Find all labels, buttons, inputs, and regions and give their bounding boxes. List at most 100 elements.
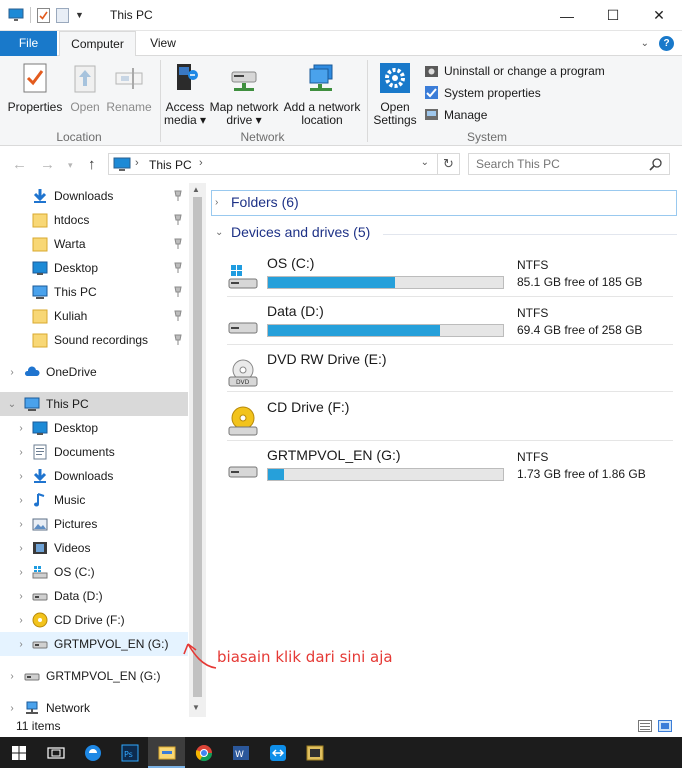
scrollbar-thumb[interactable] <box>193 197 202 697</box>
chevron-right-icon[interactable]: › <box>7 367 17 378</box>
open-button[interactable]: Open <box>67 62 103 114</box>
nav-item-desktop-quick[interactable]: Desktop <box>0 256 188 280</box>
status-bar: 11 items <box>0 717 682 737</box>
pin-icon[interactable] <box>173 286 183 298</box>
scroll-up-icon[interactable]: ▲ <box>192 185 200 194</box>
details-view-icon[interactable] <box>638 720 652 732</box>
access-media-button[interactable]: Access media ▾ <box>163 62 207 127</box>
folders-group-header[interactable]: › Folders (6) <box>215 194 299 210</box>
task-view-button[interactable] <box>37 737 74 768</box>
nav-item-desktop[interactable]: › Desktop <box>0 416 188 440</box>
chevron-right-icon[interactable]: › <box>16 519 26 530</box>
chevron-down-icon[interactable]: ⌄ <box>421 157 429 168</box>
start-button[interactable] <box>0 737 37 768</box>
scroll-down-icon[interactable]: ▼ <box>192 703 200 712</box>
chevron-right-icon[interactable]: › <box>16 639 26 650</box>
nav-item-videos[interactable]: › Videos <box>0 536 188 560</box>
chevron-down-icon[interactable]: ⌄ <box>7 399 17 410</box>
nav-item-data-d[interactable]: › Data (D:) <box>0 584 188 608</box>
expand-ribbon-icon[interactable]: ⌄ <box>641 36 649 51</box>
nav-item-warta[interactable]: Warta <box>0 232 188 256</box>
open-settings-button[interactable]: Open Settings <box>372 62 418 127</box>
customize-qat-icon[interactable]: ▼ <box>75 10 84 20</box>
nav-item-cd-drive[interactable]: › CD Drive (F:) <box>0 608 188 632</box>
refresh-icon[interactable]: ↻ <box>437 154 459 174</box>
tab-computer[interactable]: Computer <box>59 31 136 57</box>
new-folder-qat-icon[interactable] <box>56 7 69 23</box>
chevron-right-icon[interactable]: › <box>16 567 26 578</box>
search-box[interactable] <box>468 153 670 175</box>
search-icon[interactable] <box>649 157 663 171</box>
recent-locations-icon[interactable]: ▾ <box>68 160 73 171</box>
nav-item-downloads-quick[interactable]: Downloads <box>0 184 188 208</box>
nav-item-network[interactable]: › Network <box>0 696 188 717</box>
chevron-right-icon[interactable]: › <box>7 671 17 682</box>
nav-item-music[interactable]: › Music <box>0 488 188 512</box>
taskbar-word[interactable]: W <box>222 737 259 768</box>
up-arrow-icon[interactable]: ↑ <box>88 156 96 173</box>
taskbar-edge[interactable] <box>74 737 111 768</box>
devices-group-header[interactable]: ⌄ Devices and drives (5) <box>215 224 370 240</box>
properties-qat-icon[interactable] <box>37 7 50 23</box>
taskbar-photoshop[interactable]: Ps <box>111 737 148 768</box>
chevron-right-icon[interactable]: › <box>16 543 26 554</box>
nav-item-grtmpvol-g[interactable]: › GRTMPVOL_EN (G:) <box>0 632 188 656</box>
network-location-icon <box>309 64 333 91</box>
taskbar-file-explorer[interactable] <box>148 737 185 768</box>
search-input[interactable] <box>476 157 646 171</box>
drive-tile-grtmpvol-g[interactable]: GRTMPVOL_EN (G:) NTFS 1.73 GB free of 1.… <box>227 447 677 495</box>
rename-button[interactable]: Rename <box>106 62 152 114</box>
breadcrumb-separator-icon[interactable]: › <box>135 157 139 169</box>
forward-arrow-icon[interactable]: → <box>40 156 55 173</box>
chevron-right-icon[interactable]: › <box>16 615 26 626</box>
chevron-right-icon[interactable]: › <box>215 197 231 208</box>
manage-button[interactable]: Manage <box>424 107 487 122</box>
tab-file[interactable]: File <box>0 31 57 56</box>
nav-item-documents[interactable]: › Documents <box>0 440 188 464</box>
nav-item-downloads[interactable]: › Downloads <box>0 464 188 488</box>
nav-item-label: Sound recordings <box>54 333 149 347</box>
chevron-right-icon[interactable]: › <box>16 471 26 482</box>
breadcrumb-separator-icon[interactable]: › <box>199 157 203 169</box>
system-properties-button[interactable]: System properties <box>424 85 541 100</box>
nav-item-os-c[interactable]: › OS (C:) <box>0 560 188 584</box>
nav-item-kuliah[interactable]: Kuliah <box>0 304 188 328</box>
chevron-right-icon[interactable]: › <box>7 703 17 714</box>
chevron-down-icon[interactable]: ⌄ <box>215 227 231 238</box>
chevron-right-icon[interactable]: › <box>16 591 26 602</box>
minimize-button[interactable]: — <box>544 0 590 31</box>
breadcrumb-this-pc[interactable]: This PC <box>149 158 192 172</box>
nav-item-this-pc-quick[interactable]: This PC <box>0 280 188 304</box>
close-button[interactable]: ✕ <box>636 0 682 31</box>
pin-icon[interactable] <box>173 238 183 250</box>
chevron-right-icon[interactable]: › <box>16 447 26 458</box>
pin-icon[interactable] <box>173 190 183 202</box>
maximize-button[interactable]: ☐ <box>590 0 636 31</box>
computer-icon[interactable] <box>8 8 24 22</box>
taskbar-teamviewer[interactable] <box>259 737 296 768</box>
pin-icon[interactable] <box>173 334 183 346</box>
properties-button[interactable]: Properties <box>7 62 63 114</box>
address-bar[interactable]: › This PC › ⌄ ↻ <box>108 153 460 175</box>
tab-view[interactable]: View <box>140 31 186 56</box>
taskbar-chrome[interactable] <box>185 737 222 768</box>
nav-item-sound-recordings[interactable]: Sound recordings <box>0 328 188 352</box>
nav-item-this-pc[interactable]: ⌄ This PC <box>0 392 188 416</box>
pin-icon[interactable] <box>173 262 183 274</box>
help-icon[interactable]: ? <box>659 36 674 51</box>
nav-item-onedrive[interactable]: › OneDrive <box>0 360 188 384</box>
pin-icon[interactable] <box>173 214 183 226</box>
taskbar-media-app[interactable] <box>296 737 333 768</box>
large-icons-view-icon[interactable] <box>658 720 672 732</box>
back-arrow-icon[interactable]: ← <box>12 156 27 173</box>
chevron-right-icon[interactable]: › <box>16 495 26 506</box>
map-network-drive-button[interactable]: Map network drive ▾ <box>207 62 281 127</box>
nav-item-pictures[interactable]: › Pictures <box>0 512 188 536</box>
nav-item-grtmpvol-root[interactable]: › GRTMPVOL_EN (G:) <box>0 664 188 688</box>
add-location-label-2: location <box>301 113 343 127</box>
add-network-location-button[interactable]: Add a network location <box>281 62 363 127</box>
uninstall-program-button[interactable]: Uninstall or change a program <box>424 63 605 78</box>
nav-item-htdocs[interactable]: htdocs <box>0 208 188 232</box>
pin-icon[interactable] <box>173 310 183 322</box>
chevron-right-icon[interactable]: › <box>16 423 26 434</box>
